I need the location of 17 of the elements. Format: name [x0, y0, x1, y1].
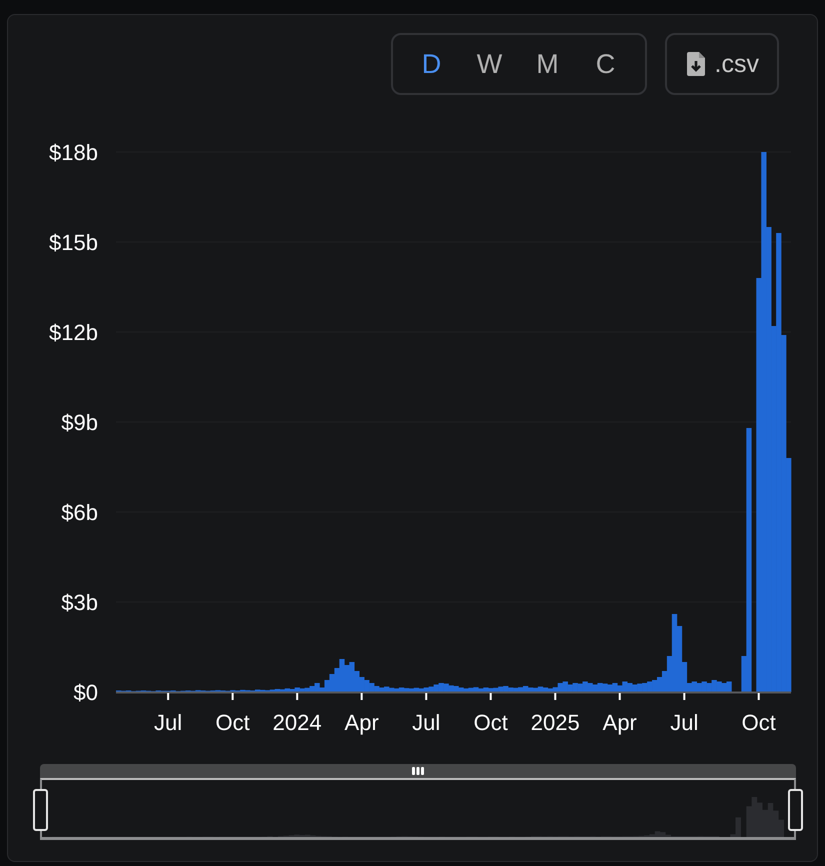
x-axis-label: Jul — [412, 710, 440, 735]
x-axis-label: 2025 — [530, 710, 580, 735]
y-axis-label: $18b — [49, 140, 98, 165]
y-axis-label: $15b — [49, 230, 98, 255]
x-axis-label: 2024 — [272, 710, 322, 735]
y-axis-label: $6b — [61, 500, 98, 525]
y-axis-label: $3b — [61, 590, 98, 615]
y-axis-label: $9b — [61, 410, 98, 435]
x-axis-label: Jul — [670, 710, 698, 735]
x-axis-label: Apr — [602, 710, 637, 735]
x-axis-label: Jul — [154, 710, 182, 735]
y-axis-label: $0 — [74, 680, 98, 705]
x-axis-label: Oct — [216, 710, 250, 735]
x-axis-label: Oct — [742, 710, 776, 735]
y-axis-label: $12b — [49, 320, 98, 345]
x-axis-label: Oct — [474, 710, 508, 735]
x-axis-label: Apr — [344, 710, 379, 735]
